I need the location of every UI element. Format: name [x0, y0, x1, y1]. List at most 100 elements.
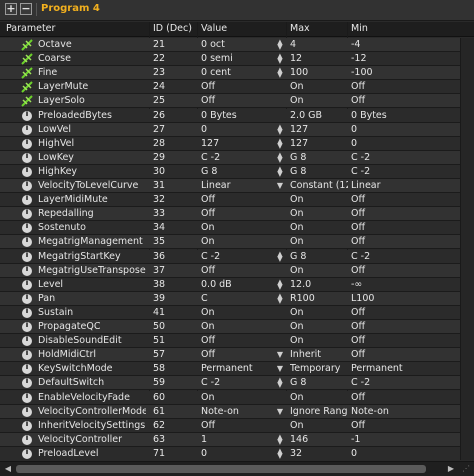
- column-header-min[interactable]: Min: [351, 23, 368, 34]
- parameter-value[interactable]: C -2: [201, 377, 281, 389]
- column-header-max[interactable]: Max: [290, 23, 310, 34]
- spinner-icon[interactable]: ▲ ▼: [276, 377, 284, 389]
- table-row[interactable]: PreloadedBytes 26 0 Bytes 2.0 GB 0 Bytes: [0, 108, 474, 123]
- table-row[interactable]: VelocityController 63 1 146 -1 ▲ ▼: [0, 432, 474, 447]
- parameter-value[interactable]: On: [201, 236, 281, 248]
- dropdown-arrow-icon[interactable]: ▼: [276, 181, 284, 191]
- parameter-value[interactable]: Off: [201, 95, 281, 107]
- parameter-min: Off: [351, 335, 366, 347]
- spinner-icon[interactable]: ▲ ▼: [276, 447, 284, 459]
- table-row[interactable]: PropagateQC 50 On On Off: [0, 320, 474, 335]
- table-row[interactable]: Octave 21 0 oct 4 -4 ▲ ▼: [0, 38, 474, 53]
- parameter-value[interactable]: 127: [201, 138, 281, 150]
- parameter-value[interactable]: Permanent: [201, 363, 281, 375]
- spinner-icon[interactable]: ▲ ▼: [276, 278, 284, 290]
- parameter-min: Note-on: [351, 405, 389, 417]
- parameter-value[interactable]: On: [201, 307, 281, 319]
- parameter-value[interactable]: C: [201, 293, 281, 305]
- horizontal-scrollbar[interactable]: ◀ ▶: [0, 461, 474, 476]
- table-row[interactable]: MegatrigManagement 35 On On Off: [0, 235, 474, 250]
- parameter-value[interactable]: 0 semi: [201, 53, 281, 65]
- table-row[interactable]: LowVel 27 0 127 0 ▲ ▼: [0, 122, 474, 137]
- table-row[interactable]: VelocityControllerMode 61 Note-on Ignore Ra…: [0, 404, 474, 419]
- parameter-value[interactable]: Off: [201, 420, 281, 432]
- table-row[interactable]: HoldMidiCtrl 57 Off Inherit Off ▼: [0, 348, 474, 363]
- table-row[interactable]: Sustain 41 On On Off: [0, 305, 474, 320]
- parameter-value[interactable]: Off: [201, 265, 281, 277]
- parameter-value[interactable]: 0 Bytes: [201, 110, 281, 122]
- table-row[interactable]: LowKey 29 C -2 G 8C -2 ▲ ▼: [0, 150, 474, 165]
- table-row[interactable]: MegatrigStartKey 36 C -2 G 8C -2 ▲ ▼: [0, 249, 474, 264]
- spinner-icon[interactable]: ▲ ▼: [276, 250, 284, 262]
- knob-icon: [21, 222, 33, 234]
- parameter-value[interactable]: 0 cent: [201, 67, 281, 79]
- spinner-icon[interactable]: ▲ ▼: [276, 151, 284, 163]
- parameter-name: Level: [38, 278, 64, 290]
- spinner-icon[interactable]: ▲ ▼: [276, 123, 284, 135]
- spinner-icon[interactable]: ▲ ▼: [276, 165, 284, 177]
- parameter-min: -1: [351, 433, 361, 445]
- table-row[interactable]: HighKey 30 G 8 G 8 C -2 ▲ ▼: [0, 164, 474, 179]
- parameter-value[interactable]: 0 oct: [201, 39, 281, 51]
- vertical-scrollbar[interactable]: [460, 38, 474, 460]
- table-row[interactable]: LayerMute 24 Off On Off: [0, 80, 474, 95]
- table-row[interactable]: LayerMidiMute 32 Off On Off: [0, 193, 474, 208]
- table-row[interactable]: Sostenuto 34 On On Off: [0, 221, 474, 236]
- parameter-value[interactable]: C -2: [201, 251, 281, 263]
- parameter-value[interactable]: Off: [201, 349, 281, 361]
- table-row[interactable]: PreloadLevel 71 0 32 0 ▲ ▼: [0, 446, 474, 460]
- parameter-value[interactable]: Off: [201, 81, 281, 93]
- horizontal-scrollbar-thumb[interactable]: [16, 465, 426, 473]
- dropdown-arrow-icon[interactable]: ▼: [276, 364, 284, 374]
- parameter-value[interactable]: 0: [201, 448, 281, 460]
- parameter-value[interactable]: 0: [201, 124, 281, 136]
- parameter-min: 0 Bytes: [351, 109, 387, 121]
- table-row[interactable]: Coarse 22 0 semi 12 -12 ▲ ▼: [0, 52, 474, 67]
- resize-grip-icon[interactable]: ⋰: [462, 464, 472, 474]
- table-row[interactable]: LayerSolo 25 Off On Off: [0, 94, 474, 109]
- parameter-max: 4: [290, 39, 297, 50]
- parameter-value[interactable]: On: [201, 321, 281, 333]
- parameter-value[interactable]: 0.0 dB: [201, 279, 281, 291]
- column-header-id[interactable]: ID (Dec): [153, 23, 192, 34]
- parameter-value[interactable]: G 8: [201, 166, 281, 178]
- parameter-min: C -2: [351, 165, 371, 177]
- table-row[interactable]: Level 38 0.0 dB 12.0 -∞ ▲ ▼: [0, 277, 474, 292]
- spinner-icon[interactable]: ▲ ▼: [276, 67, 284, 79]
- dropdown-arrow-icon[interactable]: ▼: [276, 407, 284, 417]
- parameter-value[interactable]: On: [201, 222, 281, 234]
- spinner-icon[interactable]: ▲ ▼: [276, 433, 284, 445]
- collapse-all-button[interactable]: −: [20, 3, 32, 15]
- table-row[interactable]: Repedalling 33 Off On Off: [0, 207, 474, 222]
- dropdown-arrow-icon[interactable]: ▼: [276, 350, 284, 360]
- table-row[interactable]: MegatrigUseTranspose 37 Off On Off: [0, 263, 474, 278]
- table-row[interactable]: Pan 39 C R100 L100 ▲ ▼: [0, 291, 474, 306]
- column-header-parameter[interactable]: Parameter: [6, 23, 55, 34]
- parameter-value[interactable]: Off: [201, 208, 281, 220]
- spinner-icon[interactable]: ▲ ▼: [276, 39, 284, 51]
- column-header-value[interactable]: Value: [201, 23, 227, 34]
- scroll-left-icon[interactable]: ◀: [3, 464, 13, 474]
- scroll-right-icon[interactable]: ▶: [446, 464, 456, 474]
- parameter-value[interactable]: C -2: [201, 152, 281, 164]
- table-row[interactable]: EnableVelocityFade 60 On On Off: [0, 390, 474, 405]
- parameter-name: KeySwitchMode: [38, 363, 113, 375]
- spinner-icon[interactable]: ▲ ▼: [276, 53, 284, 65]
- parameter-min: Off: [351, 81, 366, 93]
- spinner-icon[interactable]: ▲ ▼: [276, 292, 284, 304]
- spinner-icon[interactable]: ▲ ▼: [276, 137, 284, 149]
- table-row[interactable]: DisableSoundEdit 51 Off On Off: [0, 334, 474, 349]
- table-row[interactable]: VelocityToLevelCurve31LinearConstant (12…: [0, 179, 474, 194]
- parameter-value[interactable]: Linear: [201, 180, 281, 192]
- parameter-value[interactable]: 1: [201, 434, 281, 446]
- expand-all-button[interactable]: +: [5, 3, 17, 15]
- parameter-value[interactable]: Off: [201, 335, 281, 347]
- table-row[interactable]: Fine 23 0 cent 100 -100 ▲ ▼: [0, 66, 474, 81]
- parameter-value[interactable]: Note-on: [201, 406, 281, 418]
- table-row[interactable]: InheritVelocitySettings 62 Off On Off: [0, 418, 474, 433]
- parameter-value[interactable]: Off: [201, 194, 281, 206]
- table-row[interactable]: DefaultSwitch 59 C -2 G 8C -2 ▲ ▼: [0, 376, 474, 391]
- table-row[interactable]: HighVel 28 127 127 0 ▲ ▼: [0, 136, 474, 151]
- parameter-value[interactable]: On: [201, 392, 281, 404]
- table-row[interactable]: KeySwitchMode 58 Permanent Temporary Permane…: [0, 362, 474, 377]
